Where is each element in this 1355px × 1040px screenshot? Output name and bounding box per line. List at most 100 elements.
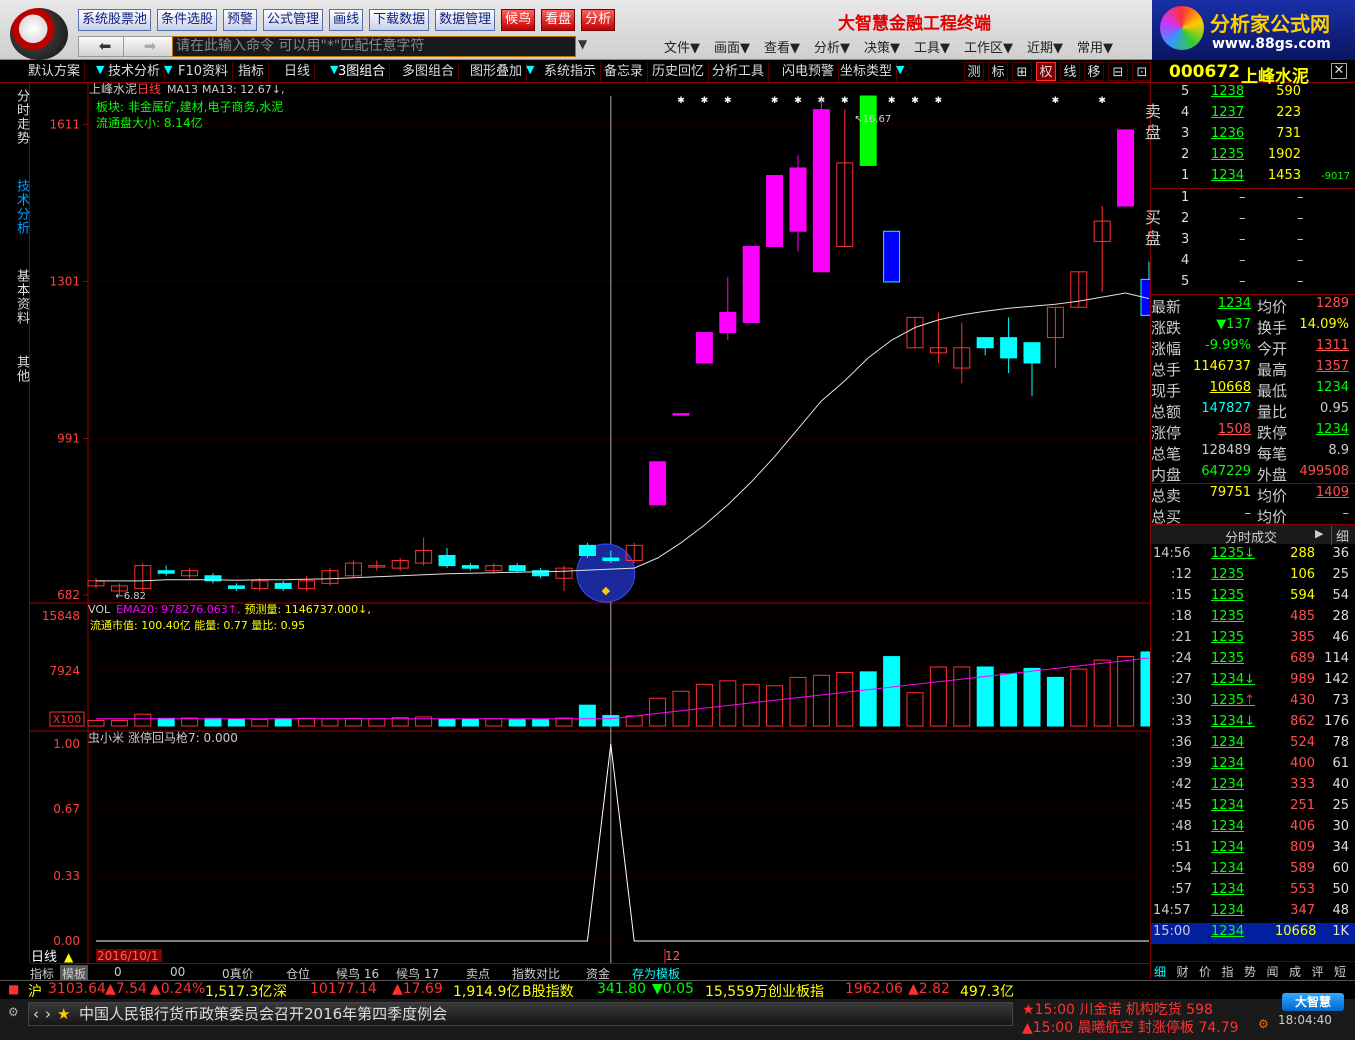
candle[interactable] xyxy=(812,99,830,273)
volume-bar[interactable] xyxy=(157,717,175,727)
chart-tab-8[interactable]: 系统指示 xyxy=(540,62,602,82)
menu-item-5[interactable]: 工具▼ xyxy=(914,37,950,56)
tick-row[interactable]: :18 1235 485 28 xyxy=(1151,608,1355,629)
prev-news-icon[interactable]: ‹ xyxy=(33,1003,39,1025)
candle[interactable] xyxy=(859,95,877,166)
toolbar-red-button-2[interactable]: 分析 xyxy=(581,9,616,31)
tick-row[interactable]: :42 1234 333 40 xyxy=(1151,776,1355,797)
chart-tool-6[interactable]: ⊟ xyxy=(1108,62,1128,81)
candle[interactable] xyxy=(742,245,760,323)
candle[interactable] xyxy=(649,461,667,506)
chart-tab-13[interactable]: 坐标类型 xyxy=(836,62,898,82)
volume-bar[interactable] xyxy=(532,719,550,727)
tab-dropdown-icon[interactable]: ▼ xyxy=(526,63,534,76)
buy-row[interactable]: 1 – – xyxy=(1151,189,1355,210)
candle[interactable] xyxy=(695,332,713,364)
chart-tool-1[interactable]: 标 xyxy=(988,62,1008,81)
news-ticker[interactable]: ‹ › ★ 中国人民银行货币政策委员会召开2016年第四季度例会 xyxy=(28,1002,1013,1026)
tick-row[interactable]: 14:57 1234 347 48 xyxy=(1151,902,1355,923)
chart-tool-4[interactable]: 线 xyxy=(1060,62,1080,81)
chart-tab-2[interactable]: F10资料 xyxy=(174,62,234,82)
tick-row[interactable]: :27 1234↓ 989 142 xyxy=(1151,671,1355,692)
menu-item-2[interactable]: 查看▼ xyxy=(764,37,800,56)
tick-row[interactable]: :51 1234 809 34 xyxy=(1151,839,1355,860)
volume-bar[interactable] xyxy=(274,718,292,727)
quote-tab-8[interactable]: 短 xyxy=(1334,963,1346,980)
toolbar-button-6[interactable]: 数据管理 xyxy=(435,9,496,31)
quote-tab-5[interactable]: 闻 xyxy=(1267,963,1279,980)
candle[interactable] xyxy=(1117,129,1135,207)
quote-tab-1[interactable]: 财 xyxy=(1177,963,1189,980)
quote-tab-0[interactable]: 细 xyxy=(1154,963,1167,981)
buy-row[interactable]: 3 – – xyxy=(1151,231,1355,252)
tick-row[interactable]: :39 1234 400 61 xyxy=(1151,755,1355,776)
sell-row[interactable]: 3 1236 731 xyxy=(1151,125,1355,146)
buy-row[interactable]: 2 – – xyxy=(1151,210,1355,231)
sell-row[interactable]: 4 1237 223 xyxy=(1151,104,1355,125)
chart-tab-9[interactable]: 备忘录 xyxy=(600,62,649,82)
brand-banner[interactable]: 分析家公式网 www.88gs.com xyxy=(1152,0,1355,60)
chart-tool-5[interactable]: 移 xyxy=(1084,62,1104,81)
volume-bar[interactable] xyxy=(508,719,526,727)
buy-row[interactable]: 4 – – xyxy=(1151,252,1355,273)
chart-tab-7[interactable]: 图形叠加 xyxy=(466,62,528,82)
volume-bar[interactable] xyxy=(1023,667,1041,727)
volume-bar[interactable] xyxy=(883,656,901,727)
chart-area[interactable]: 1611 1301 991 682 上峰水泥日线 MA13 MA13: 12.67↓, 板块:… xyxy=(30,83,1150,963)
tick-row[interactable]: :24 1235 689 114 xyxy=(1151,650,1355,671)
volume-bar[interactable] xyxy=(602,715,620,727)
left-tab-3[interactable]: 其他 xyxy=(12,355,29,383)
volume-bar[interactable] xyxy=(1140,651,1150,727)
quote-tab-6[interactable]: 成 xyxy=(1289,963,1301,980)
candle[interactable] xyxy=(766,175,784,247)
chart-tool-7[interactable]: ⊡ xyxy=(1132,62,1152,81)
toolbar-button-0[interactable]: 系统股票池 xyxy=(78,9,152,31)
forward-button[interactable]: ➡ xyxy=(123,36,177,57)
quote-tab-3[interactable]: 指 xyxy=(1222,963,1234,980)
menu-item-6[interactable]: 工作区▼ xyxy=(964,37,1013,56)
tick-row[interactable]: :12 1235 106 25 xyxy=(1151,566,1355,587)
candle[interactable] xyxy=(672,413,690,416)
close-icon[interactable]: ✕ xyxy=(1331,63,1347,79)
left-tab-1[interactable]: 技术分析 xyxy=(12,179,29,235)
brand-small[interactable]: 大智慧 xyxy=(1282,993,1344,1011)
tick-row[interactable]: :54 1234 589 60 xyxy=(1151,860,1355,881)
tab-dropdown-icon[interactable]: ▼ xyxy=(330,63,338,76)
toolbar-button-4[interactable]: 画线 xyxy=(329,9,364,31)
sell-row[interactable]: 2 1235 1902 xyxy=(1151,146,1355,167)
chart-tool-2[interactable]: ⊞ xyxy=(1012,62,1032,81)
menu-item-1[interactable]: 画面▼ xyxy=(714,37,750,56)
tick-row[interactable]: :48 1234 406 30 xyxy=(1151,818,1355,839)
menu-item-0[interactable]: 文件▼ xyxy=(664,37,700,56)
indicator-tab-2[interactable]: 0 xyxy=(114,965,122,979)
tick-row[interactable]: :36 1234 524 78 xyxy=(1151,734,1355,755)
toolbar-button-3[interactable]: 公式管理 xyxy=(263,9,324,31)
volume-bar[interactable] xyxy=(227,718,245,727)
volume-bar[interactable] xyxy=(461,718,479,727)
tab-dropdown-icon[interactable]: ▼ xyxy=(896,63,904,76)
next-news-icon[interactable]: › xyxy=(45,1003,51,1025)
period-up-icon[interactable]: ▲ xyxy=(64,950,74,963)
tick-row[interactable]: :33 1234↓ 862 176 xyxy=(1151,713,1355,734)
chart-tab-3[interactable]: 指标 xyxy=(234,62,270,82)
chart-tab-1[interactable]: 技术分析 xyxy=(104,62,166,82)
candle[interactable] xyxy=(883,230,901,283)
sell-row[interactable]: 5 1238 590 xyxy=(1151,83,1355,104)
chart-tab-0[interactable]: 默认方案 xyxy=(24,62,86,82)
sell-row[interactable]: 1 1234 1453 -9017 xyxy=(1151,167,1355,188)
chart-tab-11[interactable]: 分析工具 xyxy=(708,62,770,82)
alert-2[interactable]: ▲15:00 晨曦航空 封涨停板 74.79 xyxy=(1022,1017,1239,1037)
volume-bar[interactable] xyxy=(859,671,877,727)
volume-bar[interactable] xyxy=(1046,676,1064,727)
chart-tab-6[interactable]: 多图组合 xyxy=(398,62,460,82)
toolbar-button-2[interactable]: 预警 xyxy=(223,9,258,31)
tick-row[interactable]: :45 1234 251 25 xyxy=(1151,797,1355,818)
tick-row[interactable]: 14:56 1235↓ 288 36 xyxy=(1151,545,1355,566)
tick-row[interactable]: :15 1235 594 54 xyxy=(1151,587,1355,608)
ticks-arrow-icon[interactable]: ▶ xyxy=(1315,527,1323,540)
menu-item-4[interactable]: 决策▼ xyxy=(864,37,900,56)
left-tab-0[interactable]: 分时走势 xyxy=(12,89,29,145)
chart-tab-4[interactable]: 日线 xyxy=(280,62,316,82)
chart-tab-10[interactable]: 历史回忆 xyxy=(648,62,710,82)
chart-tab-5[interactable]: 3图组合 xyxy=(334,62,391,82)
